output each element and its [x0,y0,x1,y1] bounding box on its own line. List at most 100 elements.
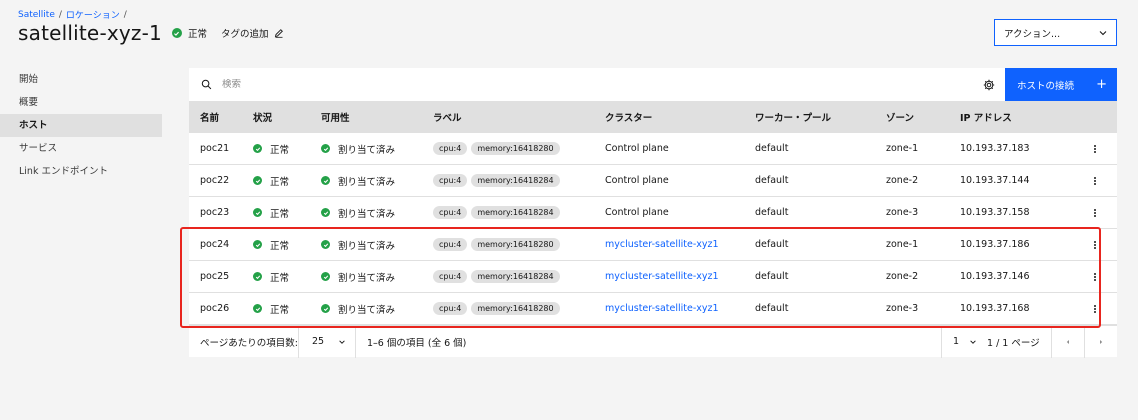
pagination: ページあたりの項目数: 25 1–6 個の項目 (全 6 個) 1 1 / 1 … [189,325,1117,358]
checkmark-icon [253,240,262,249]
table-row[interactable]: poc25 正常 割り当て済み cpu:4 memory:16418284 myclust… [189,261,1117,293]
search-bar [189,68,972,101]
checkmark-icon [253,208,262,217]
column-header-availability[interactable]: 可用性 [321,110,433,124]
host-worker-pool: default [755,271,789,282]
host-name: poc25 [200,271,230,282]
actions-label: アクション... [1004,28,1061,40]
add-tag-label: タグの追加 [220,29,269,40]
host-name: poc22 [200,175,230,186]
row-overflow-menu-button[interactable] [1072,240,1117,249]
table-toolbar: ホストの接続 + [189,68,1117,101]
label-tag-memory: memory:16418284 [471,174,560,187]
next-page-button[interactable] [1084,325,1117,358]
host-cluster[interactable]: mycluster-satellite-xyz1 [605,303,755,314]
sidebar-item-services[interactable]: サービス [0,137,162,160]
label-tag-cpu: cpu:4 [433,174,468,187]
column-header-ip[interactable]: IP アドレス [960,110,1072,124]
table-row[interactable]: poc26 正常 割り当て済み cpu:4 memory:16418280 myclust… [189,293,1117,325]
checkmark-icon [253,176,262,185]
breadcrumb-satellite-link[interactable]: Satellite [18,10,55,20]
host-zone: zone-1 [886,143,919,154]
host-labels: cpu:4 memory:16418284 [433,174,605,187]
table-row[interactable]: poc23 正常 割り当て済み cpu:4 memory:16418284 Control… [189,197,1117,229]
connect-host-label: ホストの接続 [1017,80,1075,92]
host-zone: zone-3 [886,207,919,218]
overflow-menu-icon [1093,272,1096,281]
table-row[interactable]: poc24 正常 割り当て済み cpu:4 memory:16418280 myclust… [189,229,1117,261]
chevron-down-icon [339,339,345,344]
host-availability: 割り当て済み [321,174,433,188]
label-tag-memory: memory:16418280 [471,238,560,251]
previous-page-button[interactable] [1051,325,1084,358]
host-name: poc23 [200,207,230,218]
host-cluster[interactable]: mycluster-satellite-xyz1 [605,239,755,250]
search-input[interactable] [222,79,922,90]
page-select[interactable]: 1 [941,325,983,358]
label-tag-cpu: cpu:4 [433,270,468,283]
host-worker-pool: default [755,175,789,186]
items-per-page-label: ページあたりの項目数: [200,337,299,349]
checkmark-icon [253,272,262,281]
hosts-table: 名前 状況 可用性 ラベル クラスター ワーカー・プール ゾーン IP アドレス… [189,101,1117,325]
host-ip: 10.193.37.158 [960,207,1030,218]
search-icon [201,79,212,90]
host-status-label: 正常 [270,240,290,252]
table-settings-button[interactable] [972,68,1005,101]
host-zone: zone-3 [886,303,919,314]
overflow-menu-icon [1093,208,1096,217]
host-cluster: Control plane [605,175,669,186]
table-row[interactable]: poc22 正常 割り当て済み cpu:4 memory:16418284 Control… [189,165,1117,197]
host-availability: 割り当て済み [321,302,433,316]
host-ip: 10.193.37.168 [960,303,1030,314]
host-labels: cpu:4 memory:16418280 [433,142,605,155]
host-status: 正常 [253,174,321,188]
row-overflow-menu-button[interactable] [1072,176,1117,185]
host-worker-pool: default [755,207,789,218]
row-overflow-menu-button[interactable] [1072,272,1117,281]
host-cluster[interactable]: mycluster-satellite-xyz1 [605,271,755,282]
add-tag-button[interactable]: タグの追加 [221,26,284,40]
actions-dropdown[interactable]: アクション... [994,19,1117,46]
checkmark-icon [321,176,330,185]
host-ip: 10.193.37.146 [960,271,1030,282]
host-availability-label: 割り当て済み [338,176,396,188]
row-overflow-menu-button[interactable] [1072,304,1117,313]
sidebar-item-hosts[interactable]: ホスト [0,114,162,137]
host-availability-label: 割り当て済み [338,208,396,220]
column-header-name[interactable]: 名前 [189,110,253,124]
host-availability-label: 割り当て済み [338,272,396,284]
label-tag-cpu: cpu:4 [433,238,468,251]
overflow-menu-icon [1093,176,1096,185]
overflow-menu-icon [1093,240,1096,249]
host-ip: 10.193.37.183 [960,143,1030,154]
host-status: 正常 [253,206,321,220]
connect-host-button[interactable]: ホストの接続 + [1005,68,1117,101]
row-overflow-menu-button[interactable] [1072,208,1117,217]
host-availability-label: 割り当て済み [338,240,396,252]
host-worker-pool: default [755,239,789,250]
column-header-cluster[interactable]: クラスター [605,110,755,124]
items-per-page-select[interactable]: 25 [298,325,356,358]
checkmark-icon [171,28,182,38]
overflow-menu-icon [1093,304,1096,313]
column-header-labels[interactable]: ラベル [433,110,605,124]
host-name: poc26 [200,303,230,314]
breadcrumb-separator: / [58,9,62,20]
table-row[interactable]: poc21 正常 割り当て済み cpu:4 memory:16418280 Control… [189,133,1117,165]
host-worker-pool: default [755,143,789,154]
host-availability: 割り当て済み [321,142,433,156]
table-header: 名前 状況 可用性 ラベル クラスター ワーカー・プール ゾーン IP アドレス [189,101,1117,133]
host-availability: 割り当て済み [321,270,433,284]
row-overflow-menu-button[interactable] [1072,144,1117,153]
host-labels: cpu:4 memory:16418280 [433,302,605,315]
host-ip: 10.193.37.186 [960,239,1030,250]
column-header-status[interactable]: 状況 [253,110,321,124]
sidebar-item-link-endpoints[interactable]: Link エンドポイント [0,160,162,183]
column-header-zone[interactable]: ゾーン [886,110,960,124]
sidebar-item-overview[interactable]: 概要 [0,91,162,114]
host-availability: 割り当て済み [321,206,433,220]
sidebar-item-getting-started[interactable]: 開始 [0,68,162,91]
column-header-worker-pool[interactable]: ワーカー・プール [755,110,886,124]
checkmark-icon [321,304,330,313]
